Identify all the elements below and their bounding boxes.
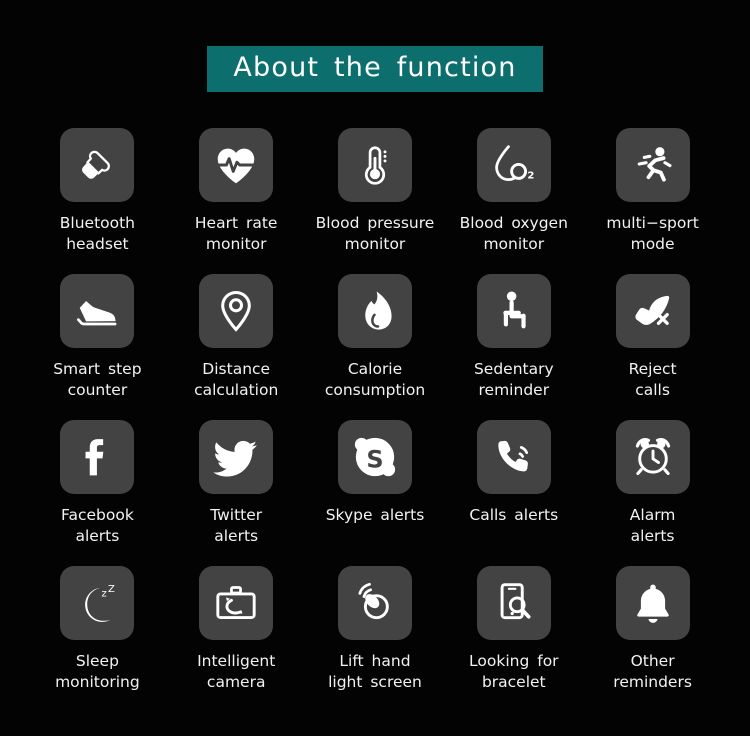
- feature-icon-tile[interactable]: [615, 420, 690, 494]
- feature-icon-tile[interactable]: [615, 566, 690, 640]
- feature-item[interactable]: Heart rate monitor: [167, 128, 306, 274]
- feature-label: Intelligent camera: [197, 652, 276, 691]
- feature-item[interactable]: Intelligent camera: [167, 566, 306, 712]
- location-pin-icon: [217, 288, 255, 334]
- facebook-icon: [81, 435, 113, 479]
- feature-icon-tile[interactable]: zZ: [60, 566, 135, 640]
- feature-item[interactable]: 2 Blood oxygen monitor: [444, 128, 583, 274]
- feature-label: Looking for bracelet: [469, 652, 559, 691]
- svg-text:2: 2: [527, 170, 534, 181]
- bell-icon: [632, 581, 674, 625]
- feature-item[interactable]: z Z Sleep monitoring: [28, 566, 167, 712]
- feature-icon-tile[interactable]: [60, 420, 135, 494]
- title-banner-container: About the function: [0, 46, 750, 92]
- feature-label: Sleep monitoring: [55, 652, 140, 691]
- reject-call-icon: [631, 290, 675, 332]
- moon-sleep-icon: zZ: [75, 582, 119, 624]
- feature-item[interactable]: Distance calculation: [167, 274, 306, 420]
- feature-label: Smart step counter: [53, 360, 142, 399]
- feature-label: Distance calculation: [194, 360, 279, 399]
- feature-item[interactable]: Alarm alerts: [583, 420, 722, 566]
- bluetooth-headset-icon: [76, 144, 118, 186]
- blood-oxygen-icon: 2: [491, 143, 537, 187]
- feature-item[interactable]: Sedentary reminder: [444, 274, 583, 420]
- feature-label: Blood oxygen monitor: [459, 214, 568, 253]
- feature-icon-tile[interactable]: [476, 274, 551, 348]
- feature-icon-tile[interactable]: [476, 420, 551, 494]
- feature-icon-tile[interactable]: [615, 274, 690, 348]
- feature-item[interactable]: Reject calls: [583, 274, 722, 420]
- feature-item[interactable]: S Skype alerts: [306, 420, 445, 566]
- feature-icon-tile[interactable]: [615, 128, 690, 202]
- feature-icon-tile[interactable]: [199, 420, 274, 494]
- page-title: About the function: [233, 52, 517, 83]
- feature-label: Skype alerts: [325, 506, 425, 524]
- feature-item[interactable]: Facebook alerts: [28, 420, 167, 566]
- feature-icon-tile[interactable]: [199, 128, 274, 202]
- svg-text:S: S: [366, 446, 383, 474]
- feature-label: Alarm alerts: [629, 506, 676, 545]
- feature-item[interactable]: Other reminders: [583, 566, 722, 712]
- feature-label: Reject calls: [628, 360, 677, 399]
- feature-label: Blood pressure monitor: [315, 214, 435, 253]
- feature-item[interactable]: Calorie consumption: [306, 274, 445, 420]
- feature-icon-tile[interactable]: S: [337, 420, 412, 494]
- feature-item[interactable]: multi−sport mode: [583, 128, 722, 274]
- feature-icon-tile[interactable]: [337, 566, 412, 640]
- feature-icon-tile[interactable]: 2: [476, 128, 551, 202]
- alarm-clock-icon: [631, 435, 675, 479]
- running-icon: [631, 143, 675, 187]
- feature-label: Calls alerts: [469, 506, 559, 524]
- feature-item[interactable]: Bluetooth headset: [28, 128, 167, 274]
- feature-label: Facebook alerts: [60, 506, 134, 545]
- feature-label: Heart rate monitor: [194, 214, 278, 253]
- feature-label: Sedentary reminder: [473, 360, 554, 399]
- feature-label: Other reminders: [613, 652, 692, 691]
- feature-icon-tile[interactable]: [60, 128, 135, 202]
- feature-icon-tile[interactable]: [199, 274, 274, 348]
- feature-icon-tile[interactable]: [199, 566, 274, 640]
- skype-icon: S: [352, 434, 398, 480]
- feature-item[interactable]: Looking for bracelet: [444, 566, 583, 712]
- shoe-step-icon: [74, 291, 120, 331]
- heart-rate-icon: [214, 144, 258, 186]
- feature-label: Lift hand light screen: [328, 652, 422, 691]
- promo-page: About the function Bluetooth headset Hear…: [0, 0, 750, 736]
- find-bracelet-icon: [494, 581, 534, 625]
- feature-item[interactable]: Lift hand light screen: [306, 566, 445, 712]
- feature-icon-tile[interactable]: [337, 274, 412, 348]
- feature-icon-tile[interactable]: [476, 566, 551, 640]
- feature-item[interactable]: Twitter alerts: [167, 420, 306, 566]
- feature-grid: Bluetooth headset Heart rate monitor Blood…: [0, 128, 750, 712]
- feature-icon-tile[interactable]: [337, 128, 412, 202]
- twitter-icon: [213, 437, 259, 477]
- feature-label: Bluetooth headset: [59, 214, 136, 253]
- feature-label: Twitter alerts: [210, 506, 263, 545]
- lift-hand-light-icon: [353, 581, 397, 625]
- blood-pressure-icon: [355, 143, 395, 187]
- feature-label: Calorie consumption: [324, 360, 426, 399]
- title-banner: About the function: [207, 46, 543, 92]
- feature-icon-tile[interactable]: [60, 274, 135, 348]
- incoming-call-icon: [493, 436, 535, 478]
- svg-text:Z: Z: [108, 584, 115, 595]
- feature-item[interactable]: Blood pressure monitor: [306, 128, 445, 274]
- sitting-person-icon: [494, 288, 534, 334]
- flame-icon: [355, 288, 395, 334]
- feature-label: multi−sport mode: [606, 214, 699, 253]
- feature-item[interactable]: Smart step counter: [28, 274, 167, 420]
- svg-text:z: z: [102, 589, 107, 600]
- feature-item[interactable]: Calls alerts: [444, 420, 583, 566]
- camera-remote-icon: [214, 583, 258, 623]
